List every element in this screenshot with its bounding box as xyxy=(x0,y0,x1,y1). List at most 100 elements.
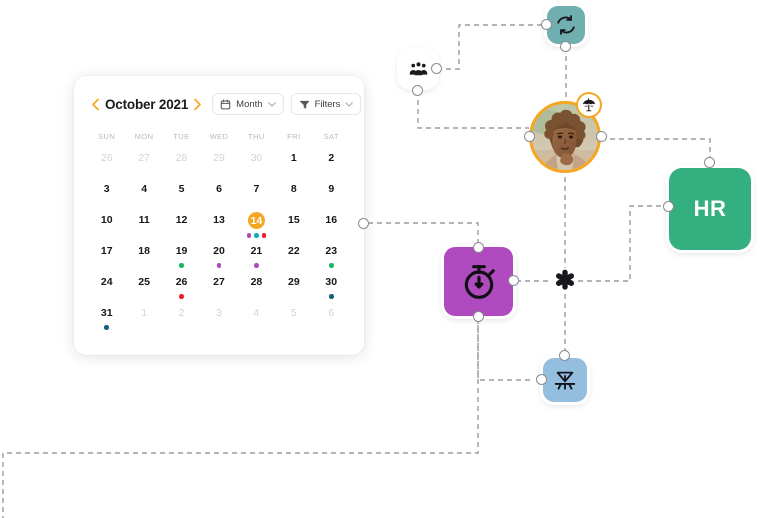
calendar-day-cell[interactable]: 12 xyxy=(163,212,200,243)
calendar-day-cell[interactable]: 30 xyxy=(238,150,275,181)
node-filter-handle-left[interactable] xyxy=(536,374,547,385)
calendar-day-cell[interactable]: 21 xyxy=(238,243,275,274)
node-hr[interactable]: HR xyxy=(669,168,751,250)
calendar-week-row: 3 4 5 6 7 8 9 xyxy=(88,181,350,212)
node-person-handle-left[interactable] xyxy=(524,131,535,142)
calendar-day-number: 9 xyxy=(328,183,335,195)
calendar-day-cell[interactable]: 26 xyxy=(88,150,125,181)
node-sync[interactable] xyxy=(547,6,585,44)
calendar-day-cell[interactable]: 26 xyxy=(163,274,200,305)
chevron-down-icon xyxy=(267,101,276,107)
prev-month-button[interactable] xyxy=(88,93,103,115)
calendar-day-cell[interactable]: 2 xyxy=(163,305,200,336)
node-sync-handle-left[interactable] xyxy=(541,19,552,30)
node-team-handle-bottom[interactable] xyxy=(412,85,423,96)
weekday-label: WED xyxy=(209,132,229,141)
calendar-day-number: 8 xyxy=(290,183,297,195)
calendar-day-number: 26 xyxy=(175,276,188,288)
calendar-day-cell[interactable]: 9 xyxy=(313,181,350,212)
calendar-week-row: 24 25 26 27 28 29 30 xyxy=(88,274,350,305)
calendar-day-number: 28 xyxy=(250,276,263,288)
calendar-day-number: 12 xyxy=(175,214,188,226)
calendar-day-cell[interactable]: 5 xyxy=(163,181,200,212)
calendar-day-cell[interactable]: 3 xyxy=(200,305,237,336)
node-timer-handle-top[interactable] xyxy=(473,242,484,253)
calendar-week-row: 17 18 19 20 21 22 23 xyxy=(88,243,350,274)
calendar-grid: 26 27 28 29 30 1 2 3 4 5 6 7 8 9 10 11 12 13 14 15 16 17 18 19 2… xyxy=(88,150,350,336)
calendar-day-cell[interactable]: 28 xyxy=(163,150,200,181)
calendar-day-cell[interactable]: 16 xyxy=(313,212,350,243)
calendar-day-cell[interactable]: 4 xyxy=(238,305,275,336)
calendar-connection-handle[interactable] xyxy=(358,218,369,229)
calendar-day-number: 29 xyxy=(288,276,300,288)
calendar-day-cell[interactable]: 1 xyxy=(275,150,312,181)
calendar-day-number: 5 xyxy=(290,307,297,319)
weekday-label: THU xyxy=(248,132,265,141)
calendar-day-cell[interactable]: 2 xyxy=(313,150,350,181)
calendar-day-cell[interactable]: 24 xyxy=(88,274,125,305)
calendar-week-row: 10 11 12 13 14 15 16 xyxy=(88,212,350,243)
calendar-day-cell[interactable]: 29 xyxy=(200,150,237,181)
node-timer[interactable] xyxy=(444,247,513,316)
calendar-day-cell[interactable]: 1 xyxy=(125,305,162,336)
view-mode-dropdown[interactable]: Month xyxy=(212,93,284,115)
calendar-day-number: 22 xyxy=(288,245,300,257)
node-team-handle-right[interactable] xyxy=(431,63,442,74)
calendar-day-number: 3 xyxy=(103,183,110,195)
calendar-day-cell[interactable]: 30 xyxy=(313,274,350,305)
calendar-day-number: 15 xyxy=(288,214,300,226)
next-month-button[interactable] xyxy=(190,93,205,115)
calendar-day-cell[interactable]: 11 xyxy=(125,212,162,243)
node-person-handle-right[interactable] xyxy=(596,131,607,142)
calendar-day-cell[interactable]: 8 xyxy=(275,181,312,212)
calendar-day-cell[interactable]: 23 xyxy=(313,243,350,274)
node-timer-handle-right[interactable] xyxy=(508,275,519,286)
node-timer-handle-bottom[interactable] xyxy=(473,311,484,322)
node-sync-handle-bottom[interactable] xyxy=(560,41,571,52)
funnel-icon xyxy=(299,99,310,110)
calendar-day-cell[interactable]: 7 xyxy=(238,181,275,212)
calendar-day-cell[interactable]: 28 xyxy=(238,274,275,305)
calendar-day-cell[interactable]: 4 xyxy=(125,181,162,212)
calendar-day-cell[interactable]: 6 xyxy=(200,181,237,212)
calendar-day-today[interactable]: 14 xyxy=(238,212,275,243)
calendar-day-cell[interactable]: 19 xyxy=(163,243,200,274)
calendar-day-cell[interactable]: 27 xyxy=(125,150,162,181)
calendar-day-cell[interactable]: 22 xyxy=(275,243,312,274)
calendar-day-cell[interactable]: 27 xyxy=(200,274,237,305)
calendar-day-number: 30 xyxy=(325,276,338,288)
calendar-day-number: 1 xyxy=(290,152,297,164)
calendar-day-cell[interactable]: 18 xyxy=(125,243,162,274)
calendar-event-dots xyxy=(329,294,334,299)
calendar-day-cell[interactable]: 17 xyxy=(88,243,125,274)
calendar-day-number: 18 xyxy=(138,245,150,257)
calendar-day-cell[interactable]: 15 xyxy=(275,212,312,243)
asterisk-icon xyxy=(555,269,575,290)
calendar-day-cell[interactable]: 25 xyxy=(125,274,162,305)
funnel-collapse-icon xyxy=(554,371,576,390)
calendar-day-cell[interactable]: 3 xyxy=(88,181,125,212)
calendar-event-dot xyxy=(254,263,259,268)
node-junction[interactable] xyxy=(552,268,578,294)
calendar-day-cell[interactable]: 31 xyxy=(88,305,125,336)
chevron-right-icon xyxy=(194,98,202,110)
node-filter-handle-top[interactable] xyxy=(559,350,570,361)
edge-calendar-to-timer xyxy=(368,222,479,247)
filters-dropdown[interactable]: Filters xyxy=(290,93,362,115)
node-hr-handle-top[interactable] xyxy=(704,157,715,168)
calendar-day-cell[interactable]: 5 xyxy=(275,305,312,336)
node-person-status-badge[interactable] xyxy=(576,92,602,118)
calendar-day-cell[interactable]: 13 xyxy=(200,212,237,243)
calendar-day-number: 4 xyxy=(141,183,148,195)
node-hr-handle-left[interactable] xyxy=(663,201,674,212)
calendar-day-number: 24 xyxy=(100,276,113,288)
calendar-day-cell[interactable]: 6 xyxy=(313,305,350,336)
calendar-event-dot xyxy=(179,263,184,268)
node-filter[interactable] xyxy=(543,358,587,402)
calendar-day-number: 29 xyxy=(213,152,225,164)
calendar-event-dot xyxy=(246,233,252,238)
calendar-day-cell[interactable]: 20 xyxy=(200,243,237,274)
calendar-day-cell[interactable]: 29 xyxy=(275,274,312,305)
calendar-day-cell[interactable]: 10 xyxy=(88,212,125,243)
calendar-day-number: 17 xyxy=(100,245,113,257)
